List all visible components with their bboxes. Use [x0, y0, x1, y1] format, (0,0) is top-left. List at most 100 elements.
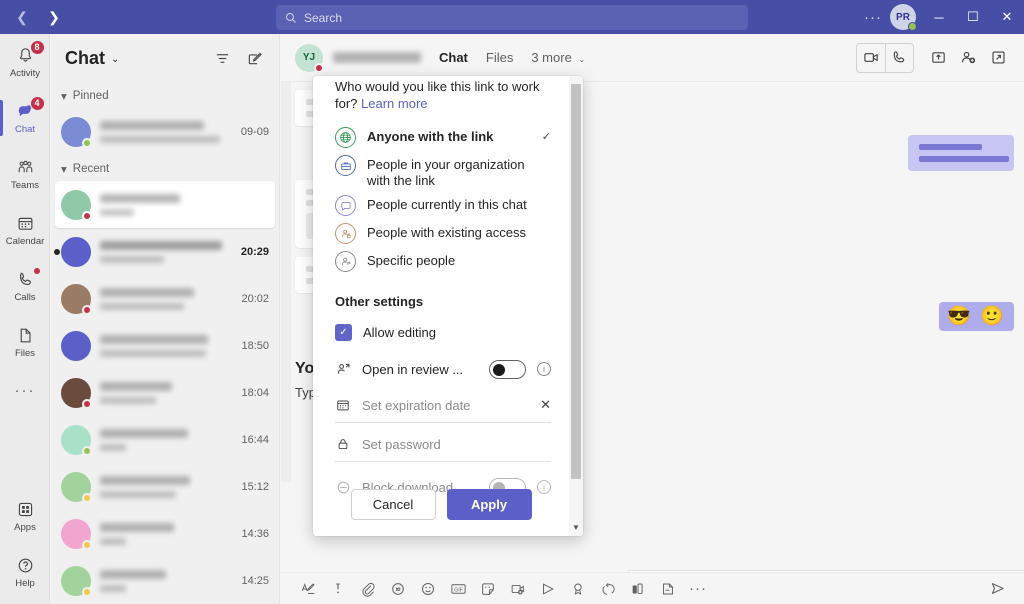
option-people-in-chat[interactable]: People currently in this chat — [335, 192, 551, 220]
avatar[interactable]: YJ — [295, 43, 324, 73]
sidebar-item-apps[interactable]: Apps — [0, 488, 50, 544]
approvals-icon[interactable] — [595, 576, 621, 602]
toggle-open-in-review[interactable] — [489, 359, 526, 379]
send-icon[interactable] — [984, 576, 1010, 602]
message-scrollbar[interactable] — [281, 82, 291, 482]
attach-icon[interactable] — [355, 576, 381, 602]
option-existing-access[interactable]: People with existing access — [335, 220, 551, 248]
sidebar-item-activity[interactable]: 8 Activity — [0, 34, 50, 90]
tab-files[interactable]: Files — [486, 36, 513, 79]
scroll-down-arrow-icon[interactable]: ▼ — [569, 520, 583, 534]
chat-list-body[interactable]: ▾ Pinned 09-09 ▾ Recent 20:29 20:02 18:5… — [51, 82, 279, 604]
meet-now-icon[interactable] — [505, 576, 531, 602]
list-item[interactable]: 20:29 — [51, 228, 279, 275]
forward-button[interactable]: ❯ — [40, 4, 68, 30]
list-item-timestamp: 14:25 — [241, 574, 269, 587]
tab-more[interactable]: 3 more ⌄ — [531, 36, 585, 79]
chat-name-redacted — [100, 240, 222, 250]
praise-icon[interactable] — [565, 576, 591, 602]
tab-label: Files — [485, 50, 514, 65]
option-label: People with existing access — [367, 225, 526, 240]
info-icon[interactable]: i — [537, 362, 551, 376]
maximize-button[interactable]: ☐ — [956, 0, 990, 34]
presence-icon — [82, 304, 92, 315]
clear-expiration-button[interactable]: ✕ — [540, 397, 551, 413]
chat-preview-redacted — [100, 490, 176, 498]
setting-allow-editing[interactable]: ✓ Allow editing — [335, 317, 551, 347]
dialog-content: Who would you like this link to work for… — [313, 76, 569, 536]
setting-open-in-review[interactable]: Open in review ... i — [335, 354, 551, 384]
close-button[interactable]: ✕ — [990, 0, 1024, 34]
setting-expiration-date[interactable]: Set expiration date ✕ — [335, 393, 551, 423]
emoji-icon[interactable] — [415, 576, 441, 602]
share-screen-icon[interactable] — [924, 44, 952, 72]
sidebar-item-teams[interactable]: Teams — [0, 146, 50, 202]
sticker-icon[interactable] — [475, 576, 501, 602]
option-specific-people[interactable]: Specific people — [335, 248, 551, 276]
cancel-button[interactable]: Cancel — [350, 489, 436, 520]
chat-group-recent[interactable]: ▾ Recent — [51, 155, 279, 181]
video-clip-icon[interactable] — [655, 576, 681, 602]
minimize-button[interactable]: ─ — [922, 0, 956, 34]
list-item[interactable]: 18:04 — [51, 369, 279, 416]
option-org-with-link[interactable]: People in your organization with the lin… — [335, 152, 551, 192]
chevron-down-icon[interactable]: ⌄ — [111, 54, 119, 65]
list-item-timestamp: 09-09 — [240, 125, 269, 138]
list-item[interactable]: 18:50 — [51, 322, 279, 369]
list-item-text — [100, 428, 232, 451]
list-item[interactable]: 15:12 — [51, 463, 279, 510]
calendar-icon — [16, 214, 35, 234]
option-anyone-with-link[interactable]: Anyone with the link ✓ — [335, 124, 551, 152]
settings-more-button[interactable]: ··· — [860, 4, 886, 30]
setting-password[interactable]: Set password — [335, 432, 551, 462]
compose-toolbar: GIF ··· — [281, 572, 1024, 604]
list-item[interactable]: 14:25 — [51, 557, 279, 604]
sidebar-item-calendar[interactable]: Calendar — [0, 202, 50, 258]
list-item[interactable]: 16:44 — [51, 416, 279, 463]
sidebar-item-files[interactable]: Files — [0, 314, 50, 370]
pop-out-icon[interactable] — [984, 44, 1012, 72]
tab-chat[interactable]: Chat — [439, 36, 468, 79]
chat-group-pinned[interactable]: ▾ Pinned — [51, 82, 279, 108]
stream-icon[interactable] — [535, 576, 561, 602]
learn-more-link[interactable]: Learn more — [361, 96, 427, 111]
presence-icon — [82, 492, 92, 503]
new-chat-icon[interactable] — [241, 45, 267, 71]
apply-button[interactable]: Apply — [446, 489, 532, 520]
rail-more-apps-button[interactable]: ··· — [0, 370, 50, 410]
list-item-text — [100, 240, 232, 263]
chat-header-actions — [856, 42, 1012, 73]
sidebar-item-label: Calls — [14, 291, 36, 303]
filter-icon[interactable] — [209, 45, 235, 71]
format-icon[interactable] — [295, 576, 321, 602]
expiration-date-input[interactable]: Set expiration date — [362, 398, 529, 413]
more-options-icon[interactable]: ··· — [685, 576, 711, 602]
list-item-timestamp: 18:50 — [241, 339, 269, 352]
list-item[interactable]: 09-09 — [51, 108, 279, 155]
sidebar-item-calls[interactable]: Calls — [0, 258, 50, 314]
dialog-scrollbar[interactable]: ▼ — [569, 76, 583, 536]
video-call-icon[interactable] — [857, 44, 885, 72]
search-placeholder: Search — [304, 10, 343, 25]
priority-icon[interactable] — [325, 576, 351, 602]
add-people-icon[interactable] — [954, 44, 982, 72]
back-button[interactable]: ❮ — [8, 4, 36, 30]
list-item[interactable]: 20:02 — [51, 275, 279, 322]
list-item-selected[interactable] — [55, 181, 275, 228]
sidebar-item-help[interactable]: Help — [0, 544, 50, 600]
forms-icon[interactable] — [625, 576, 651, 602]
giphy-icon[interactable]: GIF — [445, 576, 471, 602]
avatar[interactable]: PR — [890, 4, 917, 31]
loop-icon[interactable] — [385, 576, 411, 602]
checkbox-checked-icon[interactable]: ✓ — [335, 323, 352, 341]
scrollbar-thumb[interactable] — [571, 84, 581, 479]
presence-icon — [82, 137, 92, 148]
search-input[interactable]: Search — [276, 5, 748, 30]
sidebar-item-chat[interactable]: 4 Chat — [0, 90, 50, 146]
bell-icon: 8 — [16, 39, 45, 66]
sidebar-item-label: Activity — [9, 67, 41, 79]
teams-window: ❮ ❯ Search ··· PR ─ ☐ ✕ 8 Activity 4 Cha… — [0, 0, 1024, 604]
password-input[interactable]: Set password — [362, 437, 551, 452]
audio-call-icon[interactable] — [885, 43, 913, 72]
list-item[interactable]: 14:36 — [51, 510, 279, 557]
